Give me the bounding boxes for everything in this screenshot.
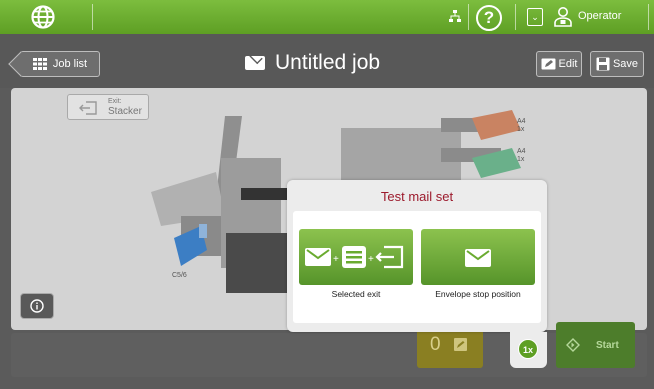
chevron-down-icon[interactable]: ⌄ (527, 8, 543, 26)
feeder1-size: A4 (517, 118, 526, 125)
edit-button[interactable]: Edit (536, 51, 582, 77)
pencil-icon (454, 338, 467, 351)
svg-text:+: + (368, 254, 374, 265)
job-list-label: Job list (52, 58, 88, 70)
envelope-icon (245, 56, 265, 70)
operator-name[interactable]: Operator (578, 10, 621, 22)
exit-value: Stacker (108, 106, 142, 117)
selected-exit-button[interactable]: + + (299, 229, 413, 285)
envelope-stop-position-button[interactable] (421, 229, 535, 285)
divider (92, 4, 93, 30)
test-mail-set-dialog: Test mail set + + Selected exit Envelope… (287, 180, 547, 332)
exit-stacker-button[interactable]: Exit: Stacker (67, 94, 149, 120)
job-list-button[interactable]: Job list (20, 51, 100, 77)
bottom-bar (11, 333, 647, 377)
divider (468, 4, 469, 30)
envelope-stop-position-label: Envelope stop position (435, 289, 521, 299)
edit-label: Edit (558, 58, 578, 70)
start-label: Start (596, 340, 619, 351)
dialog-options: + + Selected exit Envelope stop position (293, 211, 541, 323)
divider (515, 4, 516, 30)
exit-icon (79, 101, 97, 115)
globe-icon[interactable] (30, 4, 56, 30)
save-label: Save (612, 58, 639, 70)
svg-text:+: + (333, 254, 339, 265)
help-icon[interactable]: ? (476, 5, 502, 31)
pencil-icon (541, 58, 556, 70)
divider (648, 4, 649, 30)
start-button[interactable]: Start (556, 322, 635, 368)
counter-value: 0 (430, 334, 441, 355)
quantity-badge[interactable]: 1x (518, 339, 538, 359)
top-bar: ? ⌄ Operator (0, 0, 654, 34)
save-button[interactable]: Save (590, 51, 644, 77)
job-header: Job list Untitled job Edit Save (0, 34, 654, 88)
selected-exit-label: Selected exit (331, 289, 381, 299)
network-icon (449, 10, 461, 22)
job-title: Untitled job (275, 51, 381, 74)
envelope-size-label: C5/6 (172, 272, 187, 279)
dialog-title: Test mail set (380, 189, 454, 204)
info-icon (30, 299, 44, 313)
feeder2-count: 1x (517, 156, 525, 163)
exit-label: Exit: (108, 98, 122, 105)
envelope-to-exit-icon: + + (305, 245, 404, 269)
grid-icon (32, 58, 47, 70)
info-button[interactable] (20, 293, 54, 319)
user-icon[interactable] (553, 6, 573, 28)
floppy-icon (596, 57, 610, 71)
envelope-icon (465, 249, 491, 267)
page-title: Untitled job (245, 51, 380, 75)
feeder1-count: 1x (517, 126, 525, 133)
feeder2-size: A4 (517, 148, 526, 155)
start-icon (566, 338, 580, 352)
